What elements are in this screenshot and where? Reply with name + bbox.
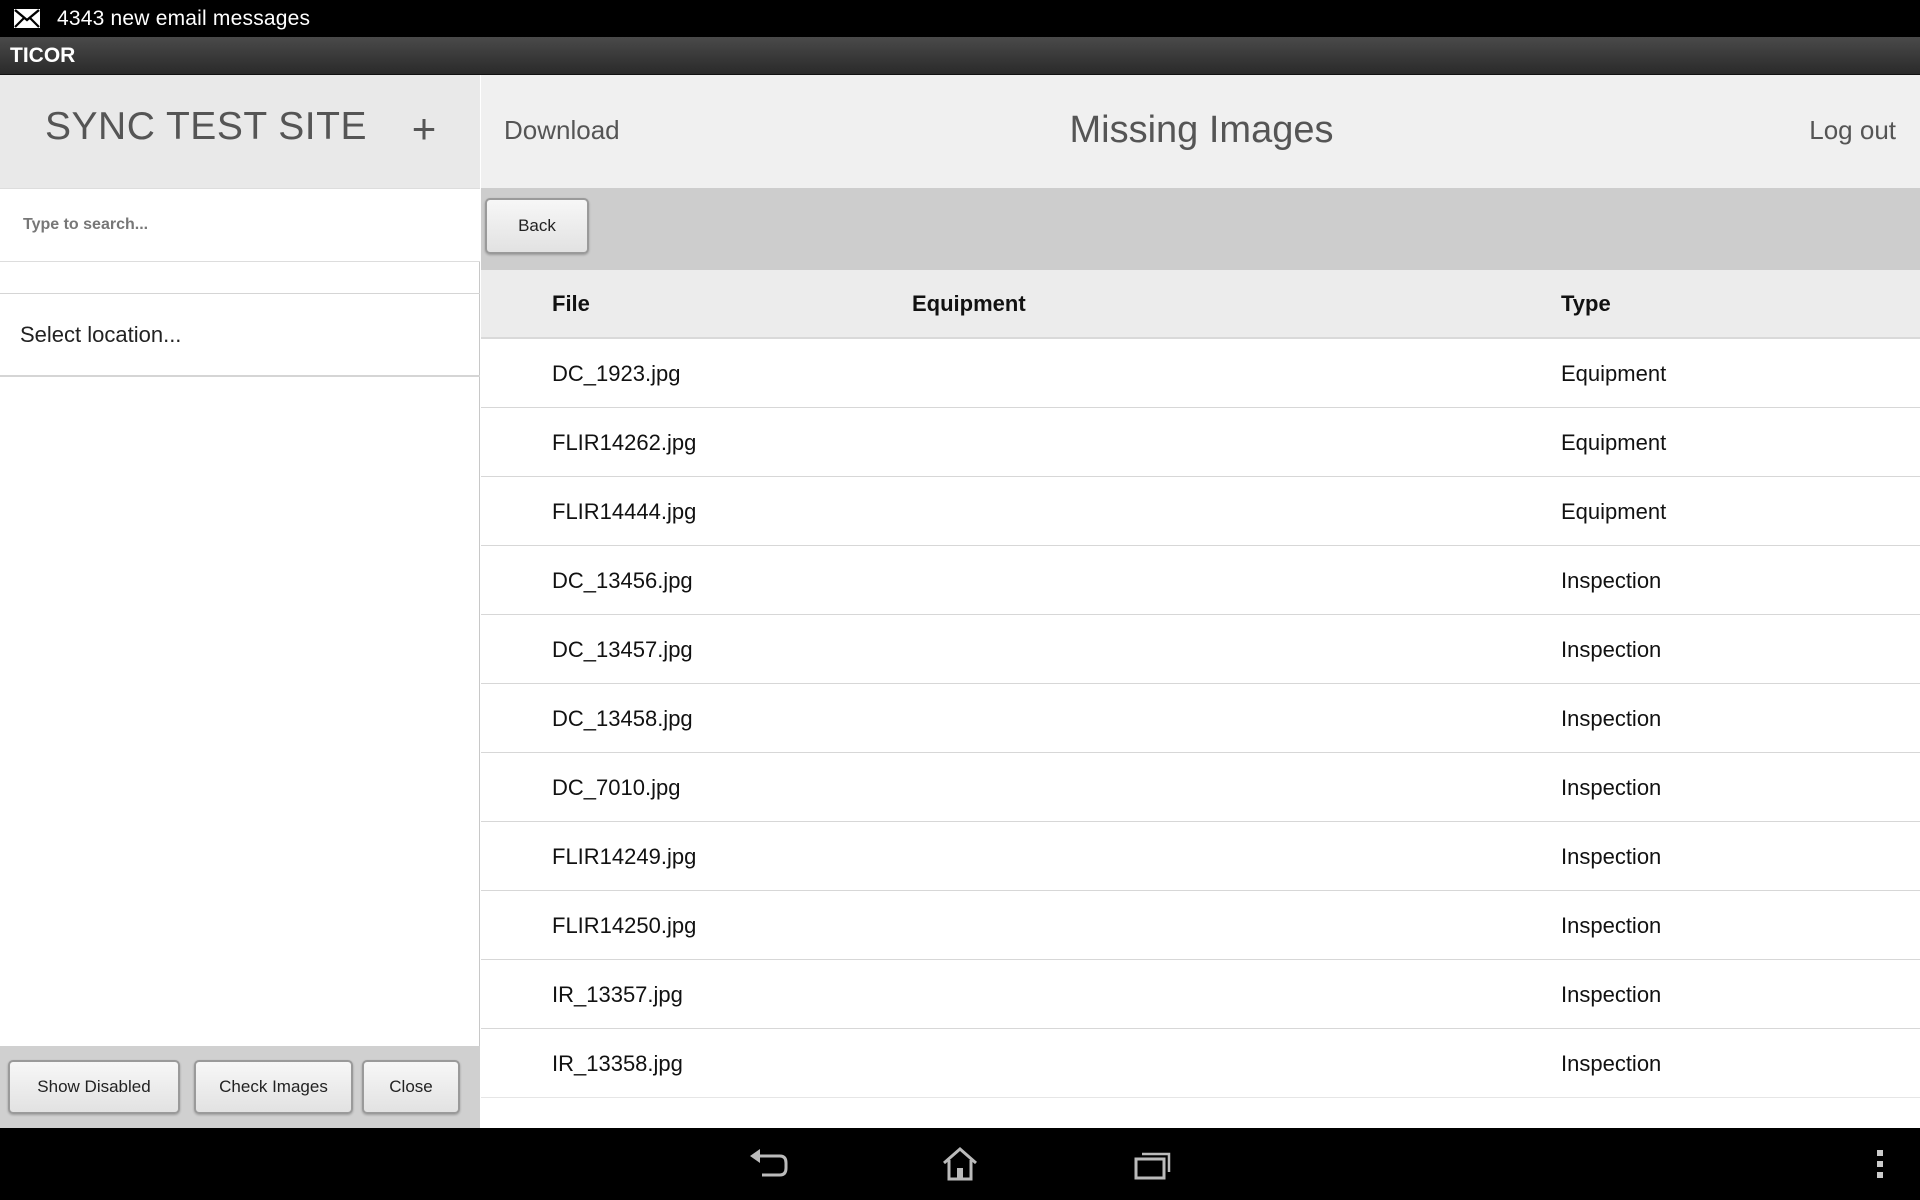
cell-file: DC_7010.jpg: [552, 774, 681, 800]
table-row[interactable]: IR_13358.jpg Inspection: [481, 1029, 1920, 1098]
cell-type: Inspection: [1561, 981, 1662, 1007]
cell-type: Inspection: [1561, 705, 1662, 731]
cell-file: IR_13357.jpg: [552, 981, 683, 1007]
cell-type: Inspection: [1561, 774, 1662, 800]
main-panel: Download Missing Images Log out Back Fil…: [481, 75, 1920, 1128]
cell-file: DC_13457.jpg: [552, 636, 693, 662]
back-icon[interactable]: [738, 1142, 798, 1186]
table-row[interactable]: IR_13357.jpg Inspection: [481, 960, 1920, 1029]
table-row[interactable]: FLIR14249.jpg Inspection: [481, 822, 1920, 891]
toolbar: Back: [481, 188, 1920, 270]
recent-apps-icon[interactable]: [1122, 1142, 1182, 1186]
mail-icon: [14, 9, 40, 28]
cell-type: Inspection: [1561, 636, 1662, 662]
table-row[interactable]: DC_1923.jpg Equipment: [481, 339, 1920, 408]
navigation-bar: [0, 1128, 1920, 1200]
app-content: SYNC TEST SITE + Select location... Show…: [0, 75, 1920, 1128]
cell-file: FLIR14249.jpg: [552, 843, 697, 869]
cell-file: DC_1923.jpg: [552, 360, 681, 386]
table-body: DC_1923.jpg Equipment FLIR14262.jpg Equipme…: [481, 339, 1920, 1098]
cell-file: DC_13458.jpg: [552, 705, 693, 731]
cell-type: Inspection: [1561, 843, 1662, 869]
site-title: SYNC TEST SITE: [45, 105, 367, 148]
search-box: [0, 188, 480, 262]
cell-file: IR_13358.jpg: [552, 1050, 683, 1076]
table-row[interactable]: FLIR14262.jpg Equipment: [481, 408, 1920, 477]
overflow-menu-icon[interactable]: [1860, 1142, 1900, 1186]
back-button[interactable]: Back: [485, 198, 589, 254]
check-images-button[interactable]: Check Images: [194, 1060, 353, 1114]
cell-file: FLIR14444.jpg: [552, 498, 697, 524]
app-title-bar: TICOR: [0, 37, 1920, 75]
table-row[interactable]: FLIR14444.jpg Equipment: [481, 477, 1920, 546]
add-site-button[interactable]: +: [404, 97, 444, 161]
cell-file: DC_13456.jpg: [552, 567, 693, 593]
close-button[interactable]: Close: [362, 1060, 460, 1114]
notification-text: 4343 new email messages: [57, 6, 311, 30]
show-disabled-button[interactable]: Show Disabled: [8, 1060, 180, 1114]
cell-type: Inspection: [1561, 1050, 1662, 1076]
cell-file: FLIR14262.jpg: [552, 429, 697, 455]
cell-type: Equipment: [1561, 429, 1667, 455]
cell-file: FLIR14250.jpg: [552, 912, 697, 938]
column-header-file[interactable]: File: [552, 291, 590, 317]
table-row[interactable]: DC_7010.jpg Inspection: [481, 753, 1920, 822]
sidebar: SYNC TEST SITE + Select location... Show…: [0, 75, 480, 1128]
page-title: Missing Images: [1069, 109, 1334, 151]
sidebar-footer: Show Disabled Check Images Close: [0, 1046, 480, 1128]
table-row[interactable]: DC_13456.jpg Inspection: [481, 546, 1920, 615]
column-header-type[interactable]: Type: [1561, 291, 1611, 317]
status-bar: 4343 new email messages: [0, 0, 1920, 37]
location-selector[interactable]: Select location...: [0, 293, 480, 377]
cell-type: Inspection: [1561, 567, 1662, 593]
sidebar-header: SYNC TEST SITE +: [0, 75, 480, 188]
table-row[interactable]: DC_13457.jpg Inspection: [481, 615, 1920, 684]
table-row[interactable]: DC_13458.jpg Inspection: [481, 684, 1920, 753]
table-header: File Equipment Type: [481, 270, 1920, 339]
cell-type: Equipment: [1561, 360, 1667, 386]
cell-type: Equipment: [1561, 498, 1667, 524]
main-header: Download Missing Images Log out: [481, 75, 1920, 188]
column-header-equipment[interactable]: Equipment: [912, 291, 1026, 317]
logout-link[interactable]: Log out: [1809, 115, 1896, 146]
search-input[interactable]: [0, 189, 480, 261]
missing-images-table: File Equipment Type DC_1923.jpg Equipment…: [481, 270, 1920, 1128]
table-row[interactable]: FLIR14250.jpg Inspection: [481, 891, 1920, 960]
home-icon[interactable]: [930, 1142, 990, 1186]
cell-type: Inspection: [1561, 912, 1662, 938]
app-title: TICOR: [10, 43, 76, 67]
